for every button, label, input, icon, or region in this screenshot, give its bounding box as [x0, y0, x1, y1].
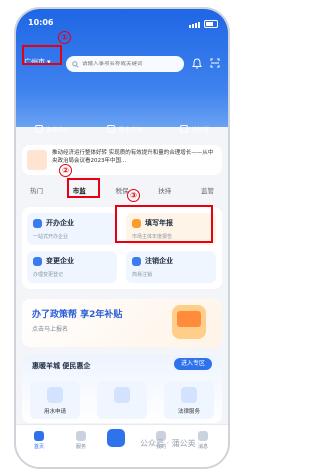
highlight-city — [22, 45, 62, 65]
service-name: 注销企业 — [145, 257, 173, 265]
quick-link-label: 关怀版 — [191, 126, 210, 134]
quick-links: 办事中心 数字空间 关怀版 — [16, 120, 228, 138]
category-tabs: 热门 市监 税保 扶持 监管 — [22, 185, 222, 199]
signal-icon — [189, 19, 201, 28]
news-title: 推动经济运行整体好转 实现质的有效提升和量的合理增长——从中央政治局会议看202… — [52, 150, 214, 164]
status-icons — [189, 19, 218, 28]
service-subtitle: 办理变更登记 — [33, 272, 64, 278]
step-2-badge: ② — [59, 164, 72, 177]
cancel-business-icon — [132, 257, 141, 266]
bottom-nav: 首页 服务 我的 消息 — [16, 424, 228, 467]
convenience-zone: 惠暖羊城 便民惠企 进入专区 用水申请 法律服务 — [22, 355, 222, 423]
promo-subtitle: 点击马上报名 — [32, 326, 69, 333]
news-thumbnail — [27, 150, 47, 170]
care-mode-icon — [180, 125, 189, 133]
search-input[interactable] — [79, 61, 182, 67]
tab-hot[interactable]: 热门 — [30, 185, 43, 199]
quick-link-care-mode[interactable]: 关怀版 — [180, 125, 209, 134]
service-cancel-business[interactable]: 注销企业 简易注销 — [126, 251, 216, 283]
scan-icon[interactable] — [210, 58, 220, 68]
zone-tile-2[interactable] — [97, 381, 147, 419]
top-actions — [192, 58, 220, 69]
gift-icon — [172, 305, 206, 339]
step-1-badge: ① — [58, 31, 71, 44]
quick-link-service-center[interactable]: 办事中心 — [34, 125, 70, 134]
zone-title: 惠暖羊城 便民惠企 — [32, 362, 91, 370]
water-icon — [47, 387, 63, 403]
service-icon — [76, 431, 86, 441]
nav-home[interactable]: 首页 — [24, 431, 54, 450]
service-subtitle: 一站式开办企业 — [33, 234, 69, 240]
home-icon — [34, 431, 44, 441]
nav-center-button[interactable] — [107, 429, 125, 447]
nav-label: 服务 — [75, 444, 86, 450]
nav-service[interactable]: 服务 — [66, 431, 96, 450]
service-subtitle: 简易注销 — [132, 272, 153, 278]
quick-link-digital-space[interactable]: 数字空间 — [107, 125, 142, 134]
zone-tile-water[interactable]: 用水申请 — [30, 381, 80, 419]
watermark: 公众号 · 蒲公英 — [140, 439, 196, 448]
message-icon — [198, 431, 208, 441]
highlight-tab — [67, 178, 100, 198]
search-icon — [72, 60, 79, 68]
zone-tile-legal[interactable]: 法律服务 — [164, 381, 214, 419]
news-card[interactable]: 推动经济运行整体好转 实现质的有效提升和量的合理增长——从中央政治局会议看202… — [22, 145, 222, 175]
bell-icon[interactable] — [192, 58, 202, 69]
service-name: 开办企业 — [46, 219, 74, 227]
status-time: 10:06 — [28, 18, 54, 27]
service-name: 变更企业 — [46, 257, 74, 265]
battery-icon — [204, 19, 218, 28]
tile-label: 用水申请 — [43, 409, 66, 415]
highlight-annual-report — [115, 205, 213, 243]
service-icon — [114, 387, 130, 403]
tile-label: 法律服务 — [177, 409, 200, 415]
promo-title: 办了政策帮 享2年补贴 — [32, 310, 123, 320]
service-center-icon — [34, 125, 43, 133]
tab-regulation[interactable]: 监管 — [201, 185, 214, 199]
service-open-business[interactable]: 开办企业 一站式开办企业 — [27, 213, 117, 245]
promo-banner[interactable]: 办了政策帮 享2年补贴 点击马上报名 — [22, 299, 222, 347]
nav-label: 首页 — [33, 444, 44, 450]
status-bar: 10:06 — [28, 18, 218, 30]
tab-support[interactable]: 扶持 — [158, 185, 171, 199]
quick-link-label: 数字空间 — [118, 126, 143, 134]
step-3-badge: ③ — [127, 189, 140, 202]
search-box[interactable] — [66, 56, 184, 72]
legal-icon — [181, 387, 197, 403]
change-business-icon — [33, 257, 42, 266]
enter-zone-button[interactable]: 进入专区 — [173, 358, 212, 370]
service-change-business[interactable]: 变更企业 办理变更登记 — [27, 251, 117, 283]
quick-link-label: 办事中心 — [45, 126, 70, 134]
digital-space-icon — [107, 125, 116, 133]
nav-label: 消息 — [197, 444, 208, 450]
open-business-icon — [33, 219, 42, 228]
